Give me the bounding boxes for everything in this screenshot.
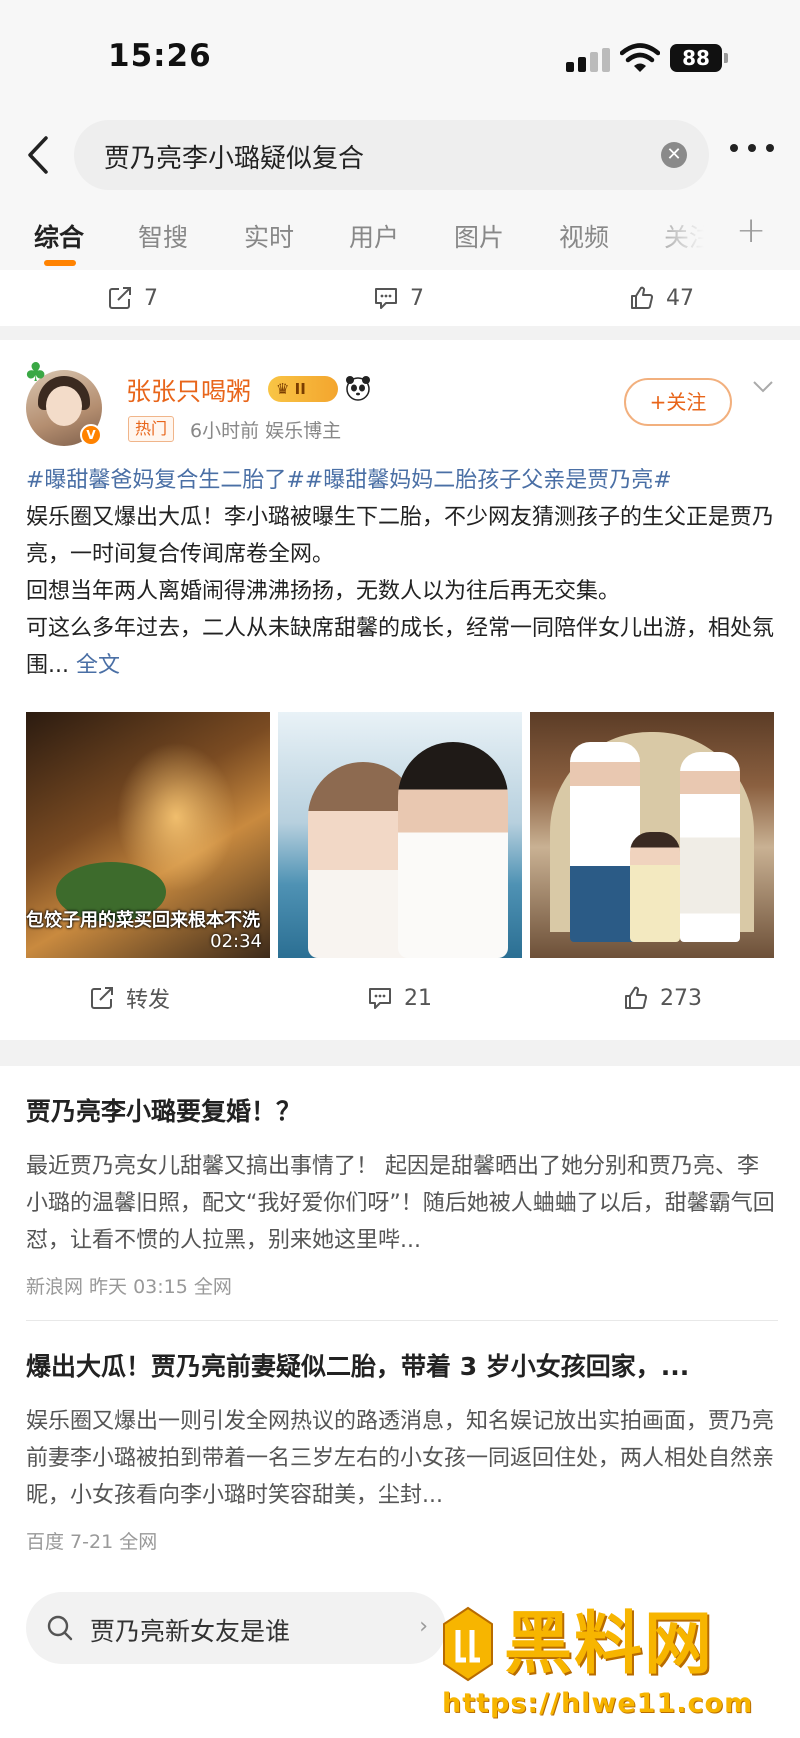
post-hashtags[interactable]: #曝甜馨爸妈复合生二胎了##曝甜馨妈妈二胎孩子父亲是贾乃亮# (26, 462, 778, 499)
repost-button[interactable]: 7 (106, 280, 158, 316)
status-time: 15:26 (108, 38, 212, 74)
suggested-search-text: 贾乃亮新女友是谁 (90, 1617, 291, 1646)
chevron-right-icon: › (419, 1614, 428, 1639)
tab-videos[interactable]: 视频 (559, 218, 609, 254)
news-item[interactable]: 爆出大瓜！贾乃亮前妻疑似二胎，带着 3 岁小女孩回家，... 娱乐圈又爆出一则引… (0, 1321, 800, 1571)
thumbs-up-icon (625, 986, 648, 1009)
tab-images[interactable]: 图片 (454, 218, 504, 254)
repost-count: 7 (144, 285, 158, 311)
photo-person (398, 742, 508, 958)
wifi-icon (620, 43, 660, 72)
back-icon[interactable] (18, 130, 58, 180)
repost-button[interactable]: 转发 (88, 980, 170, 1016)
author-name[interactable]: 张张只喝粥 (126, 372, 251, 408)
weibo-post[interactable]: ♣ V 张张只喝粥 ♛ II 热门 6小时前 娱乐博主 +关注 #曝甜馨爸妈复合… (0, 340, 800, 1040)
post-line: 回想当年两人离婚闹得沸沸扬扬，无数人以为往后再无交集。 (26, 579, 621, 604)
comment-icon (369, 988, 391, 1009)
panda-icon (346, 376, 370, 401)
like-button[interactable]: 273 (622, 980, 702, 1016)
tab-smart-search[interactable]: 智搜 (138, 218, 188, 254)
prev-post-actions: 7 7 47 (0, 270, 800, 326)
search-input[interactable]: 贾乃亮李小璐疑似复合 ✕ (74, 120, 709, 190)
repost-icon (109, 287, 131, 309)
comment-icon (375, 288, 397, 309)
comment-button[interactable]: 21 (366, 980, 432, 1016)
post-line: 可这么多年过去，二人从未缺席甜馨的成长，经常一同陪伴女儿出游，相处氛围... (26, 616, 775, 678)
like-count: 273 (660, 985, 702, 1011)
battery-icon: 88 (670, 44, 728, 72)
watermark-url: https://hlwe11.com (442, 1688, 754, 1719)
photo-person (680, 752, 740, 942)
search-query: 贾乃亮李小璐疑似复合 (104, 144, 365, 174)
watermark: 黑料网 https://hlwe11.com (438, 1586, 800, 1738)
news-meta: 百度 7-21 全网 (26, 1531, 158, 1553)
news-meta: 新浪网 昨天 03:15 全网 (26, 1276, 232, 1298)
tabs-fade (640, 210, 720, 266)
level-badge: ♛ II (268, 376, 338, 402)
active-tab-indicator (44, 260, 76, 266)
news-summary: 最近贾乃亮女儿甜馨又搞出事情了！ 起因是甜馨晒出了她分别和贾乃亮、李小璐的温馨旧… (26, 1154, 775, 1253)
more-options-icon[interactable] (730, 138, 778, 158)
like-button[interactable]: 47 (628, 280, 694, 316)
media-grid: 包饺子用的菜买回来根本不洗 02:34 (26, 712, 776, 958)
photo-child (630, 832, 680, 942)
video-duration: 02:34 (210, 931, 262, 952)
watermark-title: 黑料网 (504, 1605, 715, 1684)
video-thumbnail[interactable]: 包饺子用的菜买回来根本不洗 02:34 (26, 712, 270, 958)
full-text-link[interactable]: 全文 (76, 653, 120, 678)
comment-count: 7 (410, 285, 424, 311)
post-time: 6小时前 娱乐博主 (190, 420, 342, 442)
section-gap (0, 326, 800, 340)
comment-count: 21 (404, 985, 432, 1011)
repost-icon (91, 987, 113, 1009)
news-title[interactable]: 贾乃亮李小璐要复婚！？ (26, 1092, 778, 1128)
post-line: 娱乐圈又爆出大瓜！李小璐被曝生下二胎，不少网友猜测孩子的生父正是贾乃亮，一时间复… (26, 505, 775, 567)
clover-icon: ♣ (24, 358, 48, 388)
search-icon (47, 1615, 73, 1641)
cellular-signal-icon (566, 48, 612, 72)
chevron-down-icon[interactable] (752, 380, 774, 394)
level-text: II (294, 380, 306, 398)
avatar-face (46, 386, 82, 426)
search-tabs: 综合 智搜 实时 用户 图片 视频 关注 + (0, 210, 800, 270)
image-thumbnail[interactable] (278, 712, 522, 958)
video-caption: 包饺子用的菜买回来根本不洗 (26, 910, 260, 931)
suggested-search[interactable]: 贾乃亮新女友是谁 › (26, 1592, 446, 1664)
tab-realtime[interactable]: 实时 (244, 218, 294, 254)
news-title[interactable]: 爆出大瓜！贾乃亮前妻疑似二胎，带着 3 岁小女孩回家，... (26, 1347, 778, 1383)
image-thumbnail[interactable] (530, 712, 774, 958)
post-actions: 转发 21 273 (0, 970, 800, 1026)
add-tab-icon[interactable]: + (736, 210, 766, 251)
status-bar: 15:26 88 (0, 0, 800, 110)
clear-search-icon[interactable]: ✕ (661, 142, 687, 168)
tab-all[interactable]: 综合 (34, 218, 84, 254)
follow-button[interactable]: +关注 (624, 378, 732, 426)
news-item[interactable]: 贾乃亮李小璐要复婚！？ 最近贾乃亮女儿甜馨又搞出事情了！ 起因是甜馨晒出了她分别… (0, 1066, 800, 1320)
comment-button[interactable]: 7 (372, 280, 424, 316)
verified-icon: V (80, 424, 102, 446)
news-summary: 娱乐圈又爆出一则引发全网热议的路透消息，知名娱记放出实拍画面，贾乃亮前妻李小璐被… (26, 1409, 775, 1508)
repost-label: 转发 (126, 988, 171, 1013)
search-header: 贾乃亮李小璐疑似复合 ✕ (0, 110, 800, 210)
watermark-logo-icon (443, 1606, 493, 1682)
thumbs-up-icon (631, 286, 654, 309)
tab-users[interactable]: 用户 (349, 218, 399, 254)
hot-badge: 热门 (128, 416, 175, 442)
post-text: #曝甜馨爸妈复合生二胎了##曝甜馨妈妈二胎孩子父亲是贾乃亮# 娱乐圈又爆出大瓜！… (26, 462, 778, 684)
section-gap (0, 1040, 800, 1066)
like-count: 47 (666, 285, 694, 311)
